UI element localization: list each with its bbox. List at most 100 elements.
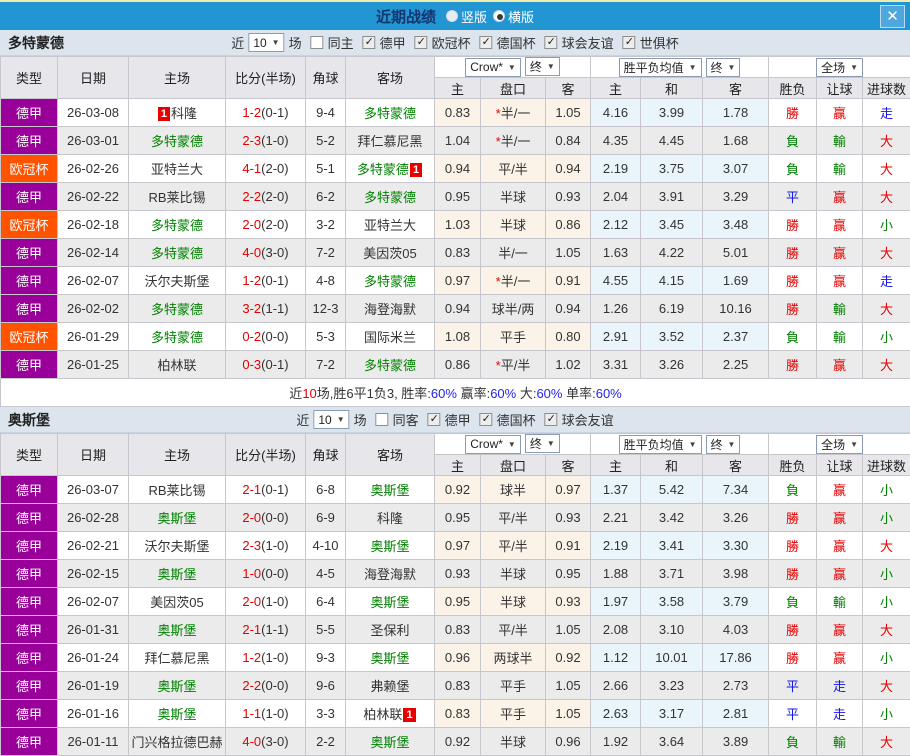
date-cell: 26-01-25: [58, 351, 129, 379]
corner-cell: 5-5: [306, 616, 346, 644]
league-checkbox-3[interactable]: [545, 36, 558, 49]
goals-result-cell: 走: [863, 99, 910, 127]
radio-vertical-icon[interactable]: [446, 10, 458, 22]
result-cell: 平: [769, 183, 817, 211]
avg-home-cell: 2.12: [591, 211, 641, 239]
league-checkbox-1[interactable]: [480, 413, 493, 426]
avg-home-cell: 2.63: [591, 700, 641, 728]
league-label-1: 欧冠杯: [432, 33, 471, 52]
odds-home-cell: 0.93: [435, 560, 481, 588]
league-checkbox-1[interactable]: [415, 36, 428, 49]
odds-home-cell: 0.94: [435, 155, 481, 183]
handicap-cell: 平/半: [481, 155, 546, 183]
avg-odds-select[interactable]: 胜平负均值▼: [619, 58, 702, 77]
away-team-cell-name: 多特蒙德: [357, 162, 409, 177]
avg-away-cell: 3.48: [703, 211, 769, 239]
avg-draw-cell: 3.42: [641, 504, 703, 532]
home-team-cell-name: 奥斯堡: [157, 707, 196, 722]
radio-horizontal-icon[interactable]: [493, 10, 505, 22]
match-row: 德甲26-02-07美因茨052-0(1-0)6-4奥斯堡0.95半球0.931…: [1, 588, 910, 616]
col-corner: 角球: [306, 434, 346, 476]
home-team-cell-name: 拜仁慕尼黑: [144, 651, 209, 666]
league-badge: 德甲: [1, 672, 58, 700]
date-cell: 26-02-15: [58, 560, 129, 588]
score-cell: 2-0(2-0): [226, 211, 306, 239]
league-checkbox-0[interactable]: [363, 36, 376, 49]
date-cell: 26-02-22: [58, 183, 129, 211]
goals-result-cell: 大: [863, 183, 910, 211]
league-label-2: 球会友谊: [562, 410, 614, 429]
avg-draw-cell: 3.10: [641, 616, 703, 644]
corner-cell: 9-4: [306, 99, 346, 127]
score-cell: 1-2(1-0): [226, 644, 306, 672]
chevron-down-icon: ▼: [272, 38, 280, 47]
league-checkbox-0[interactable]: [428, 413, 441, 426]
handicap-result-cell: 輸: [817, 155, 863, 183]
home-team-cell: 多特蒙德: [129, 239, 226, 267]
halftime-score: (1-1): [261, 301, 288, 316]
same-venue-checkbox[interactable]: [376, 413, 389, 426]
date-cell: 26-01-11: [58, 728, 129, 756]
layout-vertical-option[interactable]: 竖版: [446, 7, 487, 26]
avg-home-cell: 2.19: [591, 155, 641, 183]
odds-away-cell: 0.92: [546, 644, 591, 672]
col-away: 客场: [346, 57, 435, 99]
final-odds-select[interactable]: 终▼: [525, 434, 560, 453]
corner-cell: 5-3: [306, 323, 346, 351]
match-scope-select[interactable]: 全场▼: [816, 58, 863, 77]
match-count-select[interactable]: 10▼: [313, 410, 349, 429]
layout-horizontal-option[interactable]: 横版: [493, 7, 534, 26]
away-team-cell-name: 科隆: [377, 511, 403, 526]
handicap-cell: 平手: [481, 672, 546, 700]
league-checkbox-4[interactable]: [623, 36, 636, 49]
handicap-cell: 平/半: [481, 616, 546, 644]
odds-away-cell: 1.05: [546, 239, 591, 267]
date-cell: 26-02-21: [58, 532, 129, 560]
final-odds-select[interactable]: 终▼: [525, 57, 560, 76]
away-team-cell: 多特蒙德: [346, 351, 435, 379]
chevron-down-icon: ▼: [337, 415, 345, 424]
home-team-cell: RB莱比锡: [129, 476, 226, 504]
col-date: 日期: [58, 57, 129, 99]
league-label-1: 德国杯: [497, 410, 536, 429]
odds-home-cell: 0.94: [435, 295, 481, 323]
league-badge: 欧冠杯: [1, 155, 58, 183]
avg-away-cell: 1.69: [703, 267, 769, 295]
avg-odds-select[interactable]: 胜平负均值▼: [619, 435, 702, 454]
match-scope-select[interactable]: 全场▼: [816, 435, 863, 454]
odds-home-cell: 0.95: [435, 504, 481, 532]
halftime-score: (1-0): [261, 594, 288, 609]
handicap-cell: 两球半: [481, 644, 546, 672]
corner-cell: 2-2: [306, 728, 346, 756]
results-table: 类型日期主场比分(半场)角球客场Crow*▼终▼胜平负均值▼终▼全场▼主盘口客主…: [0, 433, 910, 756]
filter-near-label: 近: [296, 410, 309, 429]
handicap-cell: 半球: [481, 183, 546, 211]
corner-cell: 4-8: [306, 267, 346, 295]
league-label-2: 德国杯: [497, 33, 536, 52]
halftime-score: (0-1): [261, 273, 288, 288]
handicap-result-cell: 輸: [817, 588, 863, 616]
close-button[interactable]: ✕: [880, 5, 905, 28]
bookmaker-select[interactable]: Crow*▼: [465, 58, 521, 77]
red-card-badge: 1: [158, 107, 170, 121]
final-avg-select[interactable]: 终▼: [706, 435, 741, 454]
same-venue-checkbox[interactable]: [311, 36, 324, 49]
fulltime-score: 2-1: [242, 482, 261, 497]
odds-home-cell: 0.92: [435, 476, 481, 504]
col-away: 客场: [346, 434, 435, 476]
recent-results-dialog: { "titlebar": { "title": "近期战绩", "radio_…: [0, 0, 910, 752]
score-cell: 2-0(1-0): [226, 588, 306, 616]
date-cell: 26-03-07: [58, 476, 129, 504]
avg-draw-cell: 3.99: [641, 99, 703, 127]
col-handicap: 盘口: [481, 455, 546, 476]
final-avg-select[interactable]: 终▼: [706, 58, 741, 77]
avg-home-cell: 1.63: [591, 239, 641, 267]
league-checkbox-2[interactable]: [545, 413, 558, 426]
league-checkbox-2[interactable]: [480, 36, 493, 49]
bookmaker-select[interactable]: Crow*▼: [465, 435, 521, 454]
odds-home-cell: 0.83: [435, 239, 481, 267]
away-team-cell: 奥斯堡: [346, 476, 435, 504]
match-count-select[interactable]: 10▼: [248, 33, 284, 52]
col-corner: 角球: [306, 57, 346, 99]
summary-segment-1: 10: [302, 386, 316, 401]
